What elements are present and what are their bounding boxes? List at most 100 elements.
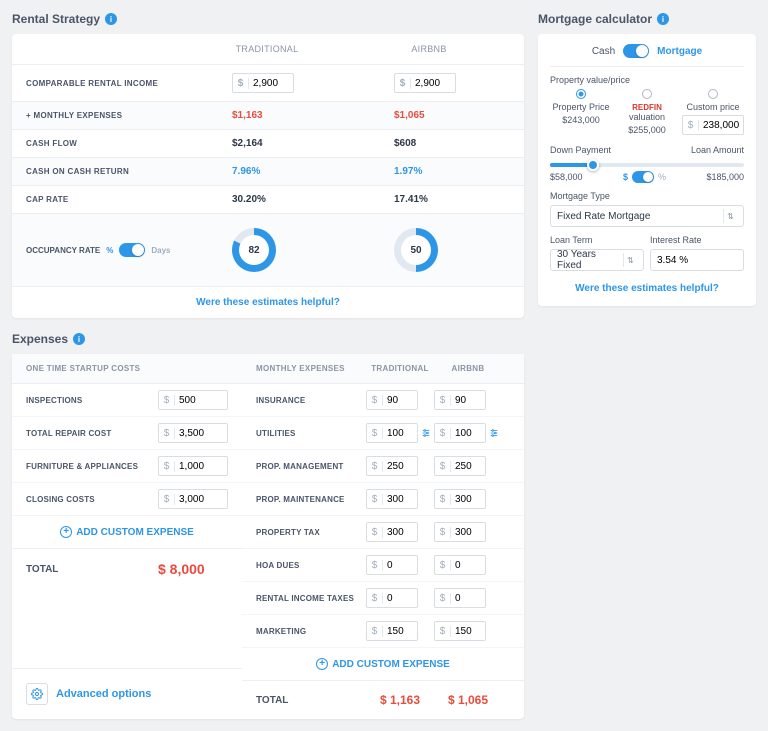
tune-icon[interactable] (489, 428, 499, 438)
add-monthly-expense[interactable]: +ADD CUSTOM EXPENSE (242, 648, 524, 680)
cashflow-trad: $2,164 (186, 138, 348, 149)
startup-row-label: TOTAL REPAIR COST (26, 429, 158, 438)
comparable-airbnb-input[interactable]: $ (394, 73, 456, 93)
occupancy-donut-airbnb: 50 (394, 228, 438, 272)
mortgage-card: Cash Mortgage Property value/price Prope… (538, 34, 756, 306)
mortgage-type-label: Mortgage Type (550, 191, 744, 201)
monthly-airbnb-input[interactable]: $ (434, 390, 486, 410)
radio-property-price[interactable] (576, 89, 586, 99)
loan-amount-value: $185,000 (706, 172, 744, 182)
monthly-trad-input[interactable]: $ (366, 555, 418, 575)
monthly-row: PROP. MANAGEMENT $ $ (242, 450, 524, 483)
startup-row: CLOSING COSTS $ (12, 483, 242, 516)
monthly-trad-input[interactable]: $ (366, 588, 418, 608)
radio-custom[interactable] (708, 89, 718, 99)
monthly-trad-input[interactable]: $ (366, 489, 418, 509)
tune-icon[interactable] (421, 428, 431, 438)
rental-feedback-link[interactable]: Were these estimates helpful? (12, 286, 524, 318)
row-label: CASH FLOW (26, 139, 186, 148)
down-payment-label: Down Payment (550, 145, 611, 155)
monthly-total-airbnb: $ 1,065 (434, 693, 502, 707)
chevron-updown-icon: ⇅ (623, 253, 637, 267)
loan-term-select[interactable]: 30 Years Fixed⇅ (550, 249, 644, 271)
monthly-row: PROP. MAINTENANCE $ $ (242, 483, 524, 516)
startup-row-input[interactable]: $ (158, 390, 228, 410)
monthly-col-airbnb: AIRBNB (434, 364, 502, 373)
property-value-label: Property value/price (550, 75, 744, 85)
add-startup-expense[interactable]: +ADD CUSTOM EXPENSE (12, 516, 242, 548)
monthly-col-trad: TRADITIONAL (366, 364, 434, 373)
occupancy-toggle[interactable] (119, 243, 145, 257)
monthly-trad-input[interactable]: $ (366, 456, 418, 476)
mortgage-feedback-link[interactable]: Were these estimates helpful? (550, 271, 744, 296)
monthly-row: PROPERTY TAX $ $ (242, 516, 524, 549)
row-label: + MONTHLY EXPENSES (26, 111, 186, 120)
monthly-airbnb-input[interactable]: $ (434, 588, 486, 608)
col-traditional: TRADITIONAL (186, 44, 348, 54)
down-payment-slider[interactable] (550, 163, 744, 167)
monthly-airbnb-input[interactable]: $ (434, 555, 486, 575)
startup-row-label: INSPECTIONS (26, 396, 158, 405)
monthly-airbnb-input[interactable]: $ (434, 489, 486, 509)
info-icon[interactable]: i (73, 333, 85, 345)
monthly-airbnb-input[interactable]: $ (434, 621, 486, 641)
plus-icon: + (60, 526, 72, 538)
expenses-title: Expenses i (12, 332, 524, 346)
monthly-trad-input[interactable]: $ (366, 390, 418, 410)
expenses-card: ONE TIME STARTUP COSTS INSPECTIONS $TOTA… (12, 354, 524, 719)
monthly-row-label: UTILITIES (256, 429, 366, 438)
cap-trad: 30.20% (186, 194, 348, 205)
monthly-row: MARKETING $ $ (242, 615, 524, 648)
occupancy-donut-trad: 82 (232, 228, 276, 272)
startup-total-label: TOTAL (26, 564, 158, 575)
radio-redfin[interactable] (642, 89, 652, 99)
info-icon[interactable]: i (657, 13, 669, 25)
occupancy-label: OCCUPANCY RATE (26, 246, 100, 255)
monthly-row-label: INSURANCE (256, 396, 366, 405)
rental-strategy-title: Rental Strategy i (12, 12, 524, 26)
monthly-row-label: MARKETING (256, 627, 366, 636)
chevron-updown-icon: ⇅ (723, 209, 737, 223)
monthly-row-label: PROPERTY TAX (256, 528, 366, 537)
monthly-trad-input[interactable]: $ (366, 621, 418, 641)
plus-icon: + (316, 658, 328, 670)
startup-row-input[interactable]: $ (158, 489, 228, 509)
monthly-row-label: HOA DUES (256, 561, 366, 570)
interest-rate-input[interactable] (650, 249, 744, 271)
startup-row-input[interactable]: $ (158, 456, 228, 476)
monthly-airbnb-input[interactable]: $ (434, 522, 486, 542)
loan-amount-label: Loan Amount (691, 145, 744, 155)
advanced-options-link[interactable]: Advanced options (56, 688, 151, 700)
expenses-airbnb: $1,065 (348, 110, 510, 121)
mortgage-type-select[interactable]: Fixed Rate Mortgage⇅ (550, 205, 744, 227)
row-label: CASH ON CASH RETURN (26, 167, 186, 176)
startup-row-input[interactable]: $ (158, 423, 228, 443)
loan-term-label: Loan Term (550, 235, 644, 245)
monthly-row: HOA DUES $ $ (242, 549, 524, 582)
monthly-total-label: TOTAL (256, 695, 366, 706)
monthly-row-label: RENTAL INCOME TAXES (256, 594, 366, 603)
comparable-trad-input[interactable]: $ (232, 73, 294, 93)
dp-unit-toggle[interactable] (632, 171, 654, 183)
monthly-header: MONTHLY EXPENSES (256, 364, 366, 373)
coc-airbnb: 1.97% (348, 166, 510, 177)
startup-header: ONE TIME STARTUP COSTS (26, 364, 228, 373)
expenses-trad: $1,163 (186, 110, 348, 121)
cash-mortgage-toggle[interactable] (623, 44, 649, 58)
row-label: CAP RATE (26, 195, 186, 204)
startup-row: TOTAL REPAIR COST $ (12, 417, 242, 450)
monthly-trad-input[interactable]: $ (366, 522, 418, 542)
info-icon[interactable]: i (105, 13, 117, 25)
down-payment-value: $58,000 (550, 172, 583, 182)
monthly-trad-input[interactable]: $ (366, 423, 418, 443)
monthly-row: INSURANCE $ $ (242, 384, 524, 417)
mortgage-title: Mortgage calculator i (538, 12, 756, 26)
monthly-airbnb-input[interactable]: $ (434, 456, 486, 476)
custom-price-input[interactable]: $ (682, 115, 744, 135)
startup-row: INSPECTIONS $ (12, 384, 242, 417)
gear-icon[interactable] (26, 683, 48, 705)
monthly-total-trad: $ 1,163 (366, 693, 434, 707)
monthly-airbnb-input[interactable]: $ (434, 423, 486, 443)
cash-label[interactable]: Cash (592, 46, 615, 57)
mortgage-label[interactable]: Mortgage (657, 46, 702, 57)
